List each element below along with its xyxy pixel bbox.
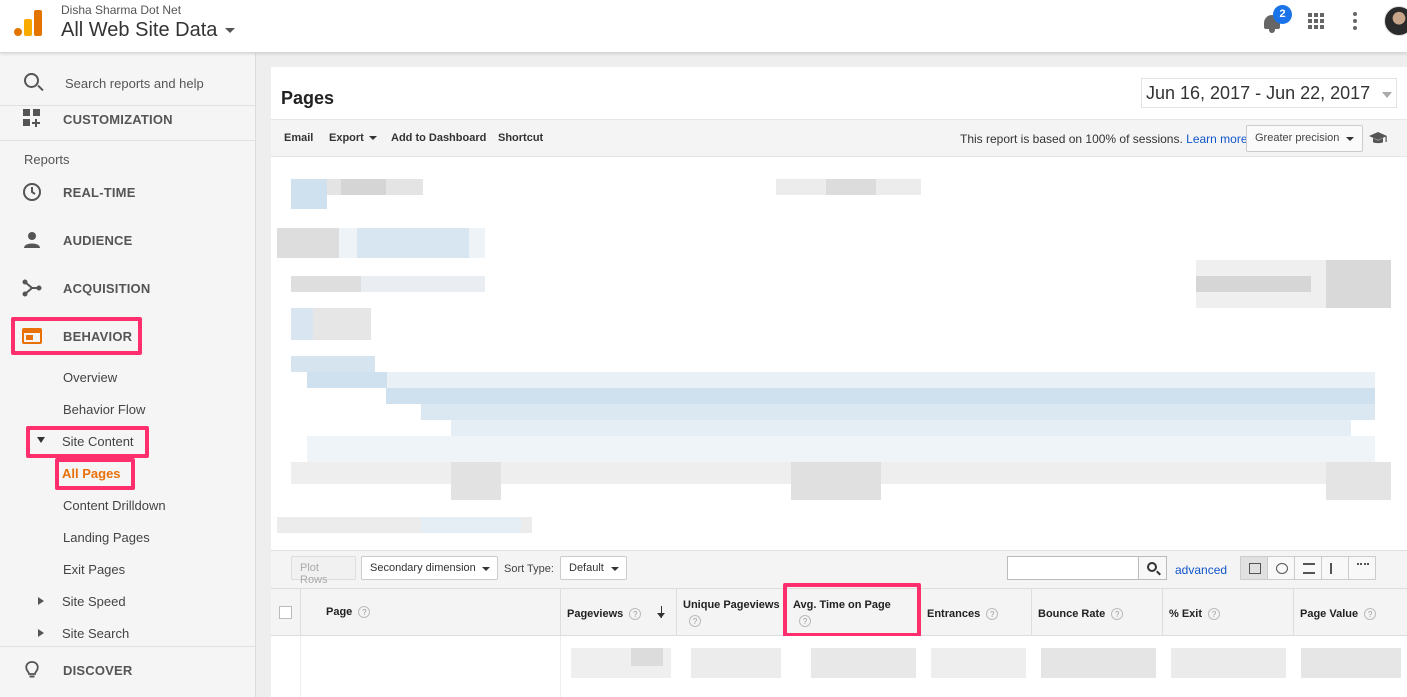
performance-view-icon[interactable] bbox=[1294, 556, 1322, 580]
sort-type-label: Sort Type: bbox=[504, 563, 554, 575]
report-panel: Pages Jun 16, 2017 - Jun 22, 2017 Email … bbox=[271, 67, 1407, 697]
sidebar-item-realtime[interactable]: REAL-TIME bbox=[0, 174, 255, 210]
highlight-behavior bbox=[11, 317, 142, 355]
lightbulb-icon bbox=[25, 661, 39, 678]
chevron-down-icon bbox=[1346, 137, 1354, 141]
highlight-site-content bbox=[26, 426, 149, 458]
column-page-value[interactable]: Page Value? bbox=[1294, 589, 1407, 636]
help-icon[interactable]: ? bbox=[358, 606, 371, 619]
table-search-button[interactable] bbox=[1138, 556, 1167, 580]
add-to-dashboard-button[interactable]: Add to Dashboard bbox=[391, 132, 486, 144]
chevron-down-icon bbox=[225, 28, 236, 33]
table-view-icon[interactable] bbox=[1240, 556, 1268, 580]
plot-rows-button[interactable]: Plot Rows bbox=[291, 556, 356, 586]
redacted-chart-area bbox=[271, 162, 1407, 547]
column-page[interactable]: Page? bbox=[301, 589, 561, 636]
sidebar-item-behavior-flow[interactable]: Behavior Flow bbox=[63, 402, 145, 417]
acquisition-icon bbox=[22, 279, 42, 297]
chevron-down-icon bbox=[1382, 92, 1392, 98]
column-bounce-rate[interactable]: Bounce Rate? bbox=[1032, 589, 1163, 636]
column-pageviews[interactable]: Pageviews? bbox=[561, 589, 677, 636]
chevron-down-icon bbox=[368, 136, 377, 141]
comparison-view-icon[interactable] bbox=[1321, 556, 1349, 580]
apps-grid-icon[interactable] bbox=[1308, 13, 1324, 29]
sidebar-search[interactable]: Search reports and help bbox=[0, 61, 255, 106]
collapsed-triangle-icon[interactable] bbox=[38, 597, 44, 605]
report-toolbar: Email Export Add to Dashboard Shortcut T… bbox=[271, 119, 1407, 157]
export-button[interactable]: Export bbox=[329, 132, 377, 144]
search-icon bbox=[1147, 562, 1157, 572]
help-icon[interactable]: ? bbox=[629, 608, 642, 621]
highlight-all-pages bbox=[55, 458, 135, 490]
analytics-logo-icon[interactable] bbox=[14, 10, 42, 36]
pivot-view-icon[interactable] bbox=[1348, 556, 1376, 580]
sidebar-item-site-speed[interactable]: Site Speed bbox=[62, 594, 126, 609]
clock-icon bbox=[23, 183, 41, 201]
person-icon bbox=[24, 232, 40, 248]
highlight-avg-time-on-page bbox=[783, 583, 921, 637]
email-button[interactable]: Email bbox=[284, 132, 313, 144]
help-icon[interactable]: ? bbox=[1208, 608, 1221, 621]
avatar[interactable] bbox=[1384, 6, 1407, 36]
column-unique-pageviews[interactable]: Unique Pageviews ? bbox=[677, 589, 787, 636]
page-title: Pages bbox=[281, 88, 335, 108]
chevron-down-icon bbox=[482, 567, 490, 571]
select-all-checkbox[interactable] bbox=[279, 606, 292, 619]
date-range-picker[interactable]: Jun 16, 2017 - Jun 22, 2017 bbox=[1141, 78, 1397, 108]
collapsed-triangle-icon[interactable] bbox=[38, 629, 44, 637]
date-range-value: Jun 16, 2017 - Jun 22, 2017 bbox=[1146, 83, 1371, 103]
shortcut-button[interactable]: Shortcut bbox=[498, 132, 543, 144]
column-entrances[interactable]: Entrances? bbox=[921, 589, 1032, 636]
precision-select[interactable]: Greater precision bbox=[1246, 125, 1363, 152]
reports-heading: Reports bbox=[24, 152, 70, 167]
sidebar-item-discover[interactable]: DISCOVER bbox=[0, 652, 255, 688]
sidebar-item-site-search[interactable]: Site Search bbox=[62, 626, 129, 641]
table-search-input[interactable] bbox=[1007, 556, 1139, 580]
sort-descending-icon[interactable] bbox=[657, 606, 665, 618]
learn-more-link[interactable]: Learn more bbox=[1186, 132, 1247, 146]
more-options-icon[interactable] bbox=[1352, 12, 1358, 30]
help-icon[interactable]: ? bbox=[1364, 608, 1377, 621]
help-icon[interactable]: ? bbox=[689, 615, 701, 627]
search-icon bbox=[24, 73, 39, 88]
graduation-cap-icon[interactable] bbox=[1368, 131, 1388, 145]
sidebar-item-customization[interactable]: CUSTOMIZATION bbox=[0, 102, 255, 138]
top-bar: Disha Sharma Dot Net All Web Site Data 2 bbox=[0, 0, 1407, 53]
sidebar-item-exit-pages[interactable]: Exit Pages bbox=[63, 562, 125, 577]
sampling-notice: This report is based on 100% of sessions… bbox=[960, 132, 1248, 146]
pie-view-icon[interactable] bbox=[1267, 556, 1295, 580]
notification-badge: 2 bbox=[1273, 5, 1292, 24]
sidebar-item-content-drilldown[interactable]: Content Drilldown bbox=[63, 498, 166, 513]
advanced-filter-link[interactable]: advanced bbox=[1175, 563, 1227, 577]
sidebar-item-acquisition[interactable]: ACQUISITION bbox=[0, 270, 255, 306]
select-all-column bbox=[271, 589, 301, 636]
sidebar-item-landing-pages[interactable]: Landing Pages bbox=[63, 530, 150, 545]
view-toggle-group bbox=[1240, 556, 1376, 580]
property-name: All Web Site Data bbox=[61, 19, 218, 41]
search-input[interactable]: Search reports and help bbox=[65, 76, 204, 91]
column-exit[interactable]: % Exit? bbox=[1163, 589, 1294, 636]
customization-icon bbox=[23, 109, 40, 127]
chevron-down-icon bbox=[611, 567, 619, 571]
table-body bbox=[271, 636, 1407, 697]
account-name: Disha Sharma Dot Net bbox=[61, 3, 182, 17]
help-icon[interactable]: ? bbox=[1111, 608, 1124, 621]
sidebar-item-overview[interactable]: Overview bbox=[63, 370, 117, 385]
secondary-dimension-select[interactable]: Secondary dimension bbox=[361, 556, 498, 580]
property-selector[interactable]: All Web Site Data bbox=[61, 19, 236, 42]
sidebar: Search reports and help CUSTOMIZATION Re… bbox=[0, 53, 256, 697]
sidebar-item-audience[interactable]: AUDIENCE bbox=[0, 222, 255, 258]
sort-type-select[interactable]: Default bbox=[560, 556, 627, 580]
help-icon[interactable]: ? bbox=[986, 608, 999, 621]
